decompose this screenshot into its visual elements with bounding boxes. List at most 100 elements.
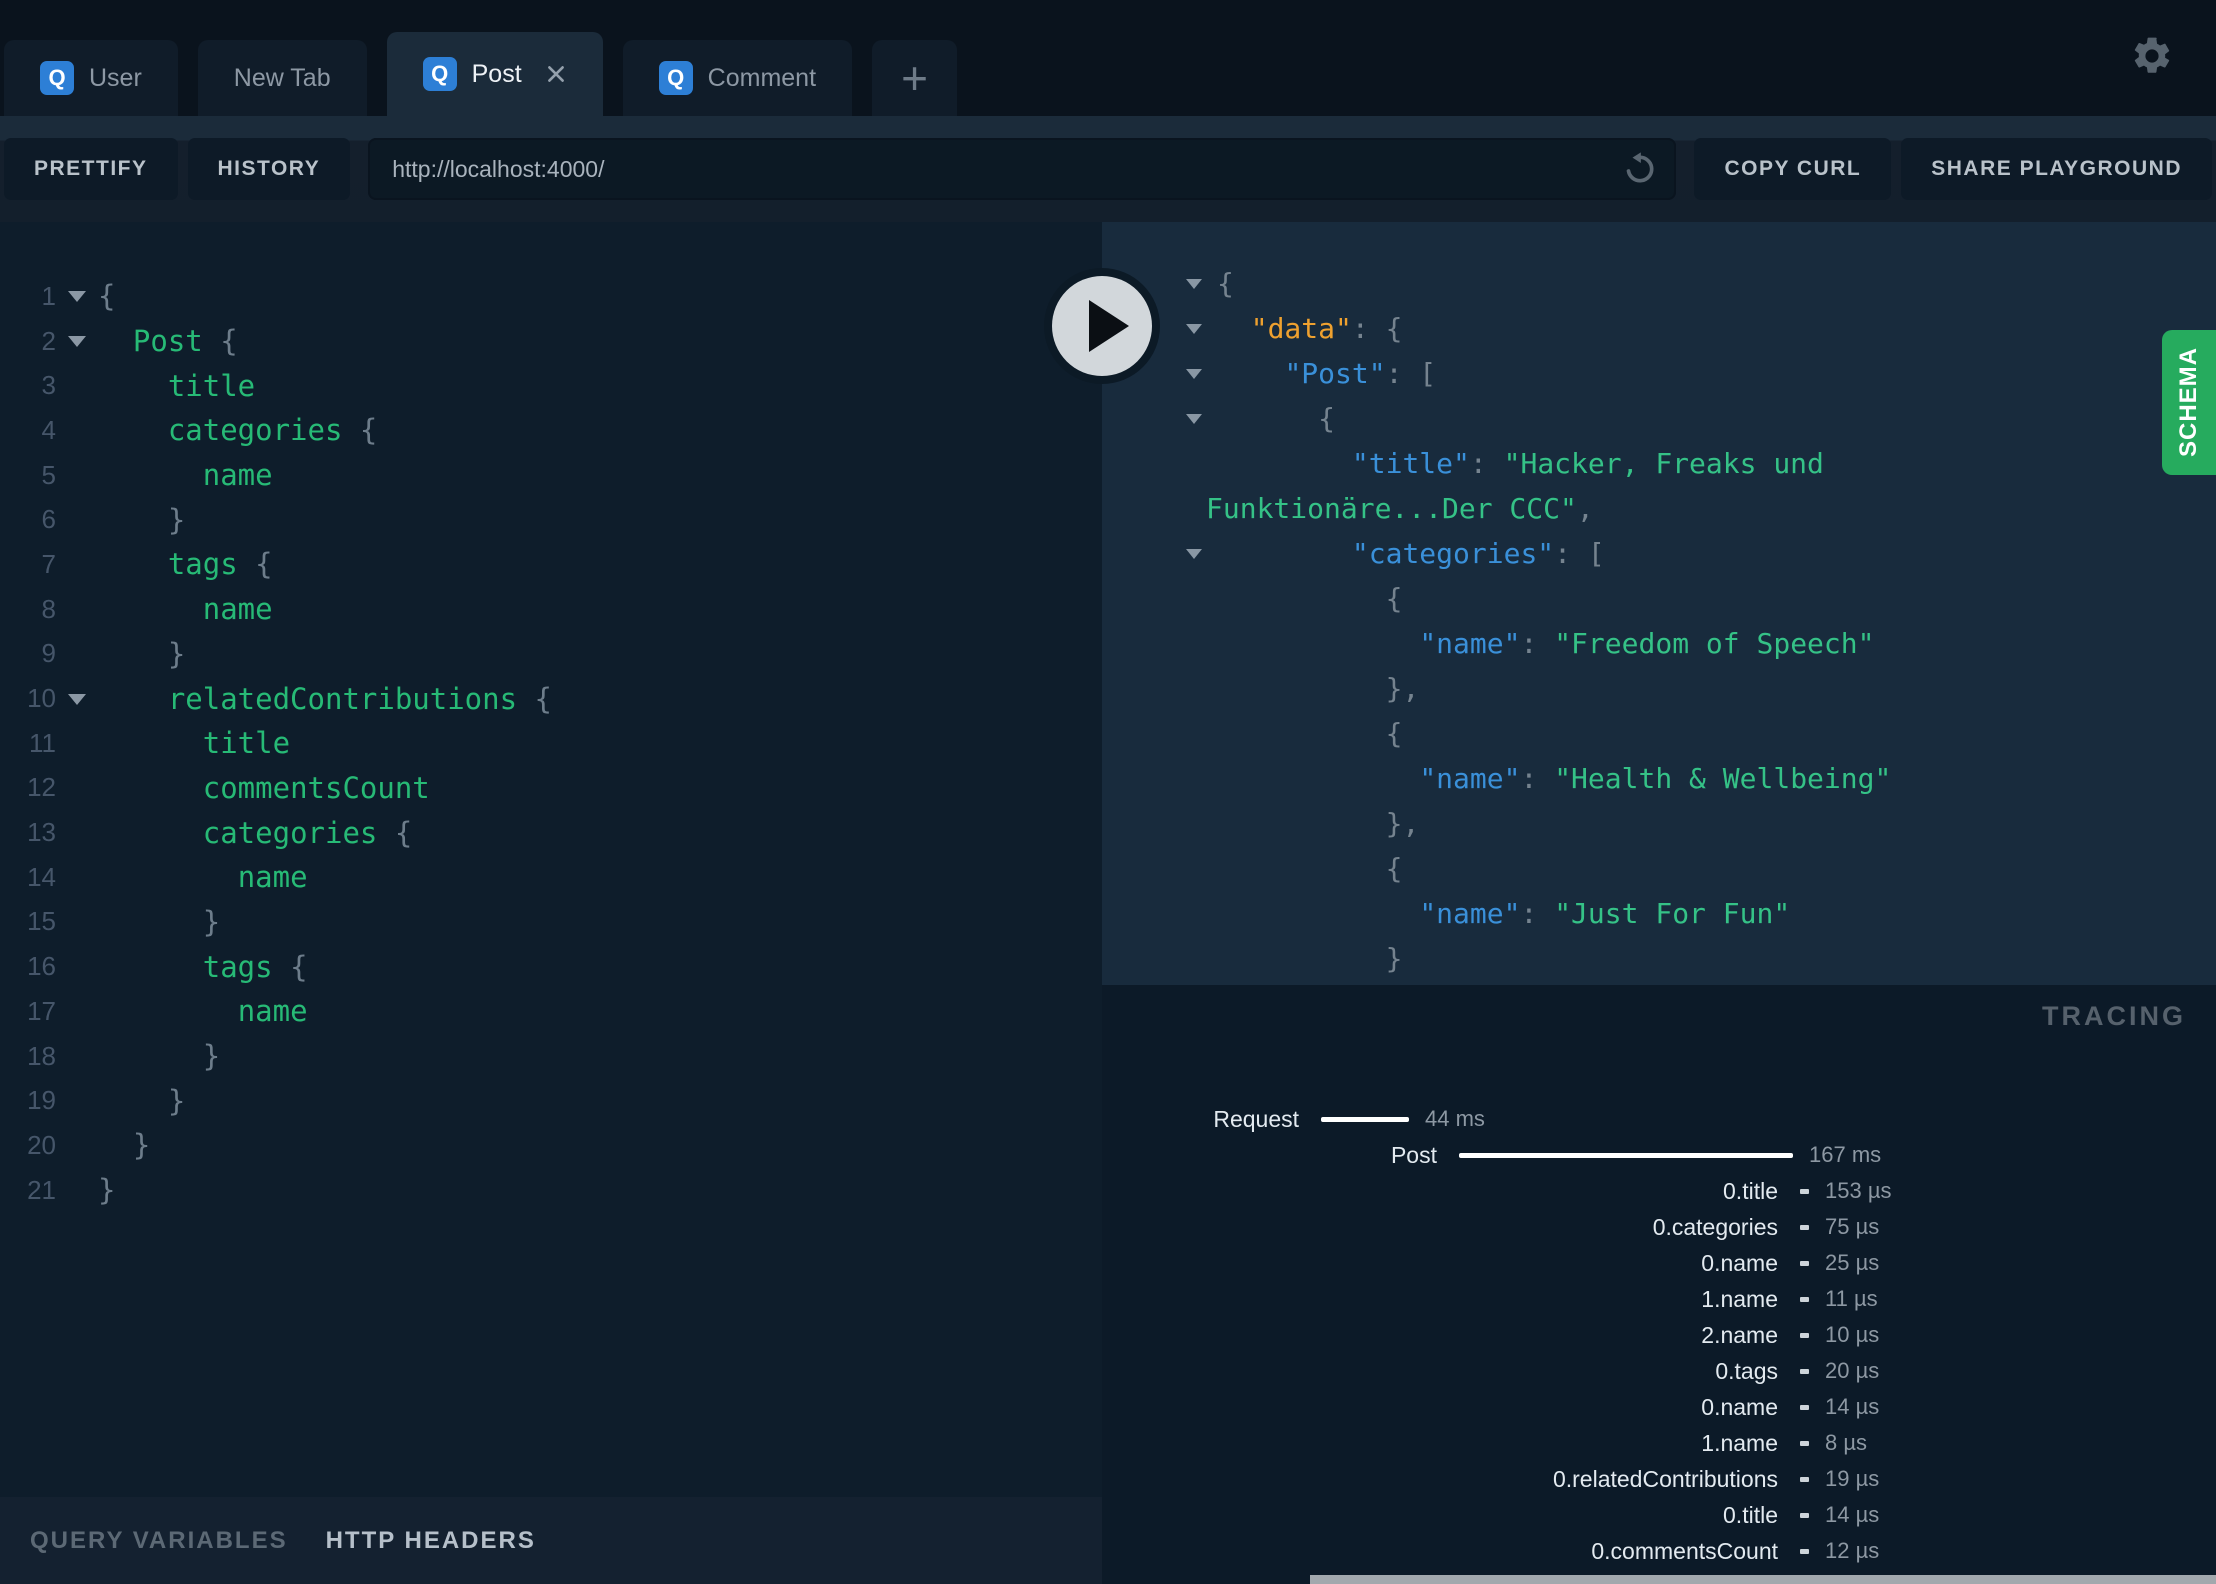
collapse-arrow-icon[interactable] [1102,405,1217,432]
copy-curl-button[interactable]: COPY CURL [1694,138,1892,200]
playground-main: 1{2 Post {3 title 4 categories {5 name 6 }… [0,222,2216,1584]
query-variables-toggle[interactable]: QUERY VARIABLES [30,1527,288,1555]
tab-label: New Tab [233,63,331,92]
code-text[interactable]: relatedContributions { [98,682,552,716]
collapse-arrow-icon[interactable] [1102,540,1217,567]
response-line: } [1102,936,2216,981]
tracing-row: Post 167 ms [1102,1137,2216,1173]
code-text[interactable]: name [98,458,273,492]
fold-arrow-icon[interactable] [56,684,98,714]
plus-icon: + [901,52,928,104]
tracing-panel: TRACING Request 44 ms Post 167 ms 0.title 153… [1102,985,2216,1584]
tab-post[interactable]: Q Post [386,32,603,116]
code-text[interactable]: { [98,279,115,313]
tracing-field-label: 0.tags [1715,1357,1778,1384]
code-text[interactable]: name [98,860,308,894]
http-headers-toggle[interactable]: HTTP HEADERS [326,1527,536,1555]
code-text[interactable]: title [98,369,255,403]
code-text[interactable]: } [98,1084,185,1118]
tracing-field-label: 0.relatedContributions [1552,1465,1778,1492]
tracing-row: 0.commentsCount 12 µs [1102,1533,2216,1569]
code-text[interactable]: tags { [98,547,273,581]
response-line: "categories": [ [1102,531,2216,576]
endpoint-url-input[interactable] [368,155,1621,183]
tracing-duration-value: 44 ms [1425,1106,1485,1131]
tracing-duration-value: 14 µs [1825,1394,1880,1419]
query-editor-pane[interactable]: 1{2 Post {3 title 4 categories {5 name 6 }… [0,222,1102,1584]
response-text: { [1385,852,1403,885]
tracing-field-label: Post [1390,1141,1437,1168]
code-text[interactable]: title [98,726,290,760]
code-text[interactable]: name [98,592,273,626]
tracing-duration-value: 20 µs [1825,1358,1880,1383]
response-text: } [1385,942,1403,975]
tracing-duration-value: 11 µs [1825,1286,1878,1311]
fold-arrow-icon[interactable] [56,326,98,356]
editor-line: 14 name [0,855,1102,900]
tracing-row: 0.tags 20 µs [1102,1353,2216,1389]
line-number: 18 [27,1040,56,1071]
code-text[interactable]: categories { [98,816,413,850]
fold-arrow-icon[interactable] [56,281,98,311]
tracing-duration-value: 25 µs [1825,1250,1880,1275]
code-text[interactable]: } [98,1173,115,1207]
tab-user[interactable]: Q User [4,40,178,116]
code-text[interactable]: categories { [98,413,378,447]
tracing-row: 1.name 8 µs [1102,1425,2216,1461]
schema-tab-button[interactable]: SCHEMA [2162,330,2216,475]
history-button[interactable]: HISTORY [187,138,351,200]
tab-new-tab[interactable]: New Tab [197,40,367,116]
response-line: Funktionäre...Der CCC", [1102,486,2216,531]
code-text[interactable]: } [98,637,185,671]
response-line: { [1102,576,2216,621]
response-line: "name": "Freedom of Speech" [1102,621,2216,666]
line-number: 21 [27,1174,56,1205]
editor-line: 10 relatedContributions { [0,676,1102,721]
editor-line: 17 name [0,989,1102,1034]
tracing-dash-icon [1800,1512,1809,1518]
new-tab-button[interactable]: + [872,40,958,116]
tracing-duration-value: 12 µs [1825,1538,1880,1563]
close-tab-icon[interactable] [545,63,567,85]
line-number: 20 [27,1129,56,1160]
horizontal-scrollbar[interactable] [1310,1575,2216,1584]
session-toolbar: PRETTIFY HISTORY COPY CURL SHARE PLAYGRO… [0,116,2216,222]
code-text[interactable]: tags { [98,950,308,984]
tracing-field-label: 0.categories [1652,1213,1778,1240]
fold-triangle [68,693,86,714]
tracing-duration-value: 167 ms [1809,1142,1882,1167]
prettify-button[interactable]: PRETTIFY [4,138,178,200]
line-number: 7 [41,548,56,579]
tracing-dash-icon [1800,1368,1809,1374]
response-line: { [1102,846,2216,891]
tracing-field-label: 1.name [1701,1429,1778,1456]
execute-query-play-button[interactable] [1041,265,1163,387]
query-editor-lines: 1{2 Post {3 title 4 categories {5 name 6 }… [0,222,1102,1212]
response-line: "data": { [1102,306,2216,351]
code-text[interactable]: } [98,503,185,537]
response-text: { [1217,267,1234,300]
response-text: "categories": [ [1351,537,1605,570]
code-text[interactable]: } [98,1039,220,1073]
reload-schema-icon[interactable] [1620,149,1660,189]
collapse-triangle [1186,324,1202,342]
code-text[interactable]: } [98,905,220,939]
code-text[interactable]: } [98,1128,150,1162]
code-text[interactable]: Post { [98,324,238,358]
settings-gear-icon[interactable] [2130,34,2174,78]
response-text: }, [1385,672,1420,705]
editor-footer: QUERY VARIABLES HTTP HEADERS [0,1497,1102,1584]
response-text: { [1385,717,1403,750]
query-badge-icon: Q [422,57,457,91]
code-text[interactable]: commentsCount [98,771,430,805]
editor-line: 9 } [0,632,1102,677]
code-text[interactable]: name [98,994,308,1028]
line-number: 19 [27,1085,56,1116]
tab-label: Post [471,59,522,88]
tracing-field-label: 0.title [1723,1501,1778,1528]
tracing-row: 0.name 25 µs [1102,1245,2216,1281]
fold-triangle [68,336,86,356]
tab-comment[interactable]: Q Comment [622,40,853,116]
tracing-row: 0.name 14 µs [1102,1389,2216,1425]
share-playground-button[interactable]: SHARE PLAYGROUND [1901,138,2212,200]
